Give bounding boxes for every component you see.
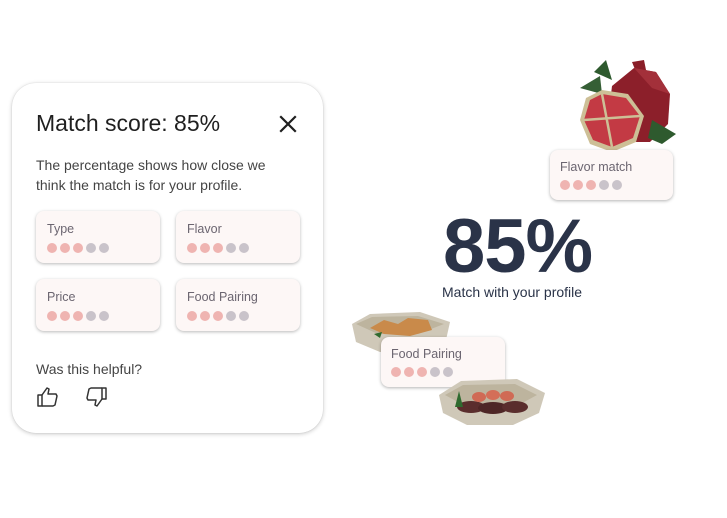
thumbs-up-button[interactable] xyxy=(36,385,60,409)
dialog-description: The percentage shows how close we think … xyxy=(36,157,266,193)
match-percentage: 85% xyxy=(443,204,593,289)
criterion-label: Flavor xyxy=(187,222,222,236)
score-dot-filled xyxy=(404,367,414,377)
score-dot-filled xyxy=(73,243,83,253)
score-dots xyxy=(187,243,249,253)
score-dot-empty xyxy=(239,243,249,253)
score-dot-filled xyxy=(417,367,427,377)
score-dot-empty xyxy=(612,180,622,190)
score-dot-filled xyxy=(47,311,57,321)
criterion-chip-flavor: Flavor xyxy=(176,211,300,263)
thumbs-down-icon xyxy=(86,387,107,407)
helpful-prompt: Was this helpful? xyxy=(36,361,143,377)
score-dots xyxy=(47,311,109,321)
criterion-label: Food Pairing xyxy=(187,290,258,304)
pomegranate-illustration xyxy=(580,60,676,152)
score-dot-filled xyxy=(200,243,210,253)
score-dot-filled xyxy=(573,180,583,190)
score-dot-empty xyxy=(99,243,109,253)
score-dot-filled xyxy=(560,180,570,190)
score-dot-filled xyxy=(200,311,210,321)
score-dot-empty xyxy=(430,367,440,377)
score-dot-empty xyxy=(226,243,236,253)
score-dot-filled xyxy=(187,311,197,321)
score-dots xyxy=(560,180,622,190)
score-dot-filled xyxy=(47,243,57,253)
close-icon xyxy=(279,115,297,133)
criterion-chip-type: Type xyxy=(36,211,160,263)
criterion-label: Type xyxy=(47,222,75,236)
score-dot-empty xyxy=(86,311,96,321)
score-dot-empty xyxy=(443,367,453,377)
score-dots xyxy=(187,311,249,321)
score-dot-filled xyxy=(586,180,596,190)
flavor-match-card: Flavor match xyxy=(550,150,673,200)
score-dot-empty xyxy=(99,311,109,321)
close-button[interactable] xyxy=(277,113,299,135)
score-dot-empty xyxy=(226,311,236,321)
thumbs-up-icon xyxy=(37,387,58,407)
thumbs-down-button[interactable] xyxy=(84,385,108,409)
score-dot-empty xyxy=(239,311,249,321)
match-subtitle: Match with your profile xyxy=(442,284,583,300)
score-dot-filled xyxy=(213,311,223,321)
score-dot-filled xyxy=(391,367,401,377)
score-dot-filled xyxy=(60,243,70,253)
score-dot-filled xyxy=(60,311,70,321)
criterion-chip-food-pairing: Food Pairing xyxy=(176,279,300,331)
score-dots xyxy=(391,367,453,377)
score-dots xyxy=(47,243,109,253)
steak-plate-illustration xyxy=(439,379,545,425)
food-pairing-label: Food Pairing xyxy=(391,347,462,361)
score-dot-filled xyxy=(187,243,197,253)
criterion-label: Price xyxy=(47,290,76,304)
score-dot-filled xyxy=(73,311,83,321)
score-dot-empty xyxy=(86,243,96,253)
criterion-chip-price: Price xyxy=(36,279,160,331)
score-dot-empty xyxy=(599,180,609,190)
dialog-title: Match score: 85% xyxy=(36,110,221,136)
match-score-dialog: Match score: 85% The percentage shows ho… xyxy=(12,83,323,433)
flavor-match-label: Flavor match xyxy=(560,160,633,174)
score-dot-filled xyxy=(213,243,223,253)
